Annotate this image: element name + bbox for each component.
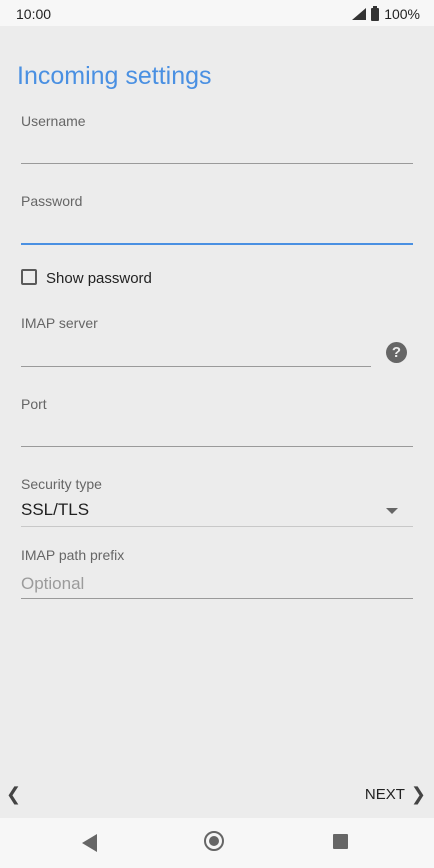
security-type-label: Security type — [21, 476, 102, 492]
port-input[interactable] — [21, 423, 413, 445]
imap-server-underline — [21, 366, 371, 367]
wizard-nav: ❮ NEXT ❯ — [0, 776, 434, 808]
page-title: Incoming settings — [17, 62, 212, 90]
system-nav-bar — [0, 818, 434, 868]
show-password-label[interactable]: Show password — [46, 270, 152, 287]
imap-path-prefix-underline — [21, 598, 413, 599]
imap-server-label: IMAP server — [21, 315, 98, 331]
back-icon[interactable] — [82, 834, 97, 852]
show-password-checkbox[interactable] — [21, 269, 37, 285]
next-label: NEXT — [364, 786, 405, 803]
username-label: Username — [21, 113, 86, 129]
recents-icon[interactable] — [333, 834, 348, 849]
password-underline — [21, 243, 413, 245]
username-underline — [21, 163, 413, 164]
battery-percent: 100% — [384, 6, 420, 22]
imap-path-prefix-input[interactable]: Optional — [21, 574, 413, 594]
port-underline — [21, 446, 413, 447]
help-icon[interactable]: ? — [386, 342, 407, 363]
imap-server-input[interactable] — [21, 342, 371, 364]
port-label: Port — [21, 396, 47, 412]
imap-path-prefix-label: IMAP path prefix — [21, 547, 125, 563]
status-time: 10:00 — [16, 6, 52, 22]
battery-icon — [371, 5, 380, 21]
status-bar: 10:00 100% — [0, 0, 434, 26]
username-input[interactable] — [21, 140, 413, 162]
chevron-down-icon[interactable] — [386, 508, 398, 514]
next-button[interactable]: NEXT ❯ — [365, 784, 426, 805]
password-label: Password — [21, 193, 83, 209]
security-type-underline — [21, 526, 413, 527]
chevron-right-icon: ❯ — [410, 784, 426, 804]
home-icon[interactable] — [204, 831, 224, 851]
chevron-left-icon[interactable]: ❮ — [6, 784, 21, 805]
password-input[interactable] — [21, 220, 413, 242]
signal-icon — [352, 8, 367, 20]
status-icons: 100% — [352, 5, 420, 22]
security-type-select[interactable]: SSL/TLS — [21, 500, 413, 520]
